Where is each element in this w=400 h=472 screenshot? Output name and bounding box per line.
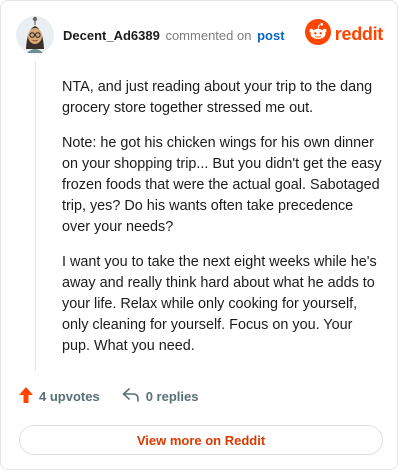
upvote-arrow-icon [19,387,33,406]
comment-paragraph: NTA, and just reading about your trip to… [62,79,373,116]
comment-header: Decent_Ad6389 commented on post reddit [15,13,383,57]
comment-body: NTA, and just reading about your trip to… [62,77,384,371]
reply-arrow-icon [122,388,140,405]
view-more-button[interactable]: View more on Reddit [19,425,383,455]
upvote-button[interactable]: 4 upvotes [19,387,100,406]
comment-embed-card: Decent_Ad6389 commented on post reddit N… [0,0,398,470]
author-name[interactable]: Decent_Ad6389 [63,28,160,43]
avatar-icon[interactable] [15,15,55,55]
reply-count: 0 replies [145,389,199,404]
reddit-wordmark: reddit [334,24,384,44]
comment-meta: Decent_Ad6389 commented on post [63,28,285,43]
reddit-logo-icon [304,19,331,50]
thread-line [35,61,36,371]
post-link[interactable]: post [257,28,284,43]
reddit-brand[interactable]: reddit [304,19,384,50]
upvote-count: 4 upvotes [39,389,100,404]
comment-paragraph: Note: he got his chicken wings for his o… [62,135,382,235]
comment-actions: 4 upvotes 0 replies [19,387,198,406]
replies-button[interactable]: 0 replies [122,388,199,405]
comment-paragraph: I want you to take the next eight weeks … [62,254,377,354]
commented-on-text: commented on [165,27,252,43]
